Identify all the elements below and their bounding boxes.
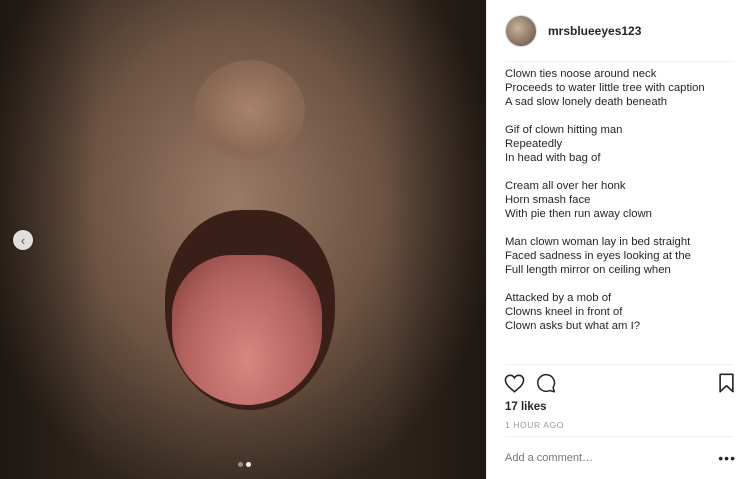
carousel-dot <box>238 462 243 467</box>
caption-line: Repeatedly <box>505 138 563 150</box>
save-button[interactable] <box>715 372 737 394</box>
header-divider <box>505 61 734 62</box>
caption-line: Gif of clown hitting man <box>505 124 623 136</box>
caption-stanza: Attacked by a mob of Clowns kneel in fron… <box>505 291 740 333</box>
caption-divider <box>505 364 734 365</box>
heart-icon <box>504 374 524 393</box>
caption-line: Proceeds to water little tree with capti… <box>505 82 705 94</box>
more-options-button[interactable]: ••• <box>718 450 736 466</box>
caption-line: Clown asks but what am I? <box>505 320 640 332</box>
caption-line: In head with bag of <box>505 152 601 164</box>
comment-form: ••• <box>505 446 736 470</box>
caption-line: Attacked by a mob of <box>505 292 612 304</box>
caption-line: Man clown woman lay in bed straight <box>505 236 691 248</box>
post-caption: Clown ties noose around neck Proceeds to … <box>505 67 740 347</box>
post-header: mrsblueeyes123 <box>505 14 641 48</box>
caption-line: A sad slow lonely death beneath <box>505 96 668 108</box>
post-photo[interactable]: ‹ <box>0 0 486 479</box>
caption-stanza: Clown ties noose around neck Proceeds to … <box>505 67 740 109</box>
post-timestamp[interactable]: 1 HOUR AGO <box>505 420 564 430</box>
caption-line: Faced sadness in eyes looking at the <box>505 250 691 262</box>
likes-count[interactable]: 17 likes <box>505 401 547 413</box>
carousel-prev-button[interactable]: ‹ <box>13 230 33 250</box>
comment-button[interactable] <box>535 372 557 394</box>
chevron-left-icon: ‹ <box>20 232 26 248</box>
carousel-dot <box>246 462 251 467</box>
avatar[interactable] <box>505 15 537 47</box>
action-bar <box>503 372 737 394</box>
photo-vignette <box>0 0 486 479</box>
caption-line: Full length mirror on ceiling when <box>505 264 671 276</box>
username-link[interactable]: mrsblueeyes123 <box>548 24 641 38</box>
like-button[interactable] <box>503 372 525 394</box>
caption-line: With pie then run away clown <box>505 208 652 220</box>
caption-line: Clowns kneel in front of <box>505 306 623 318</box>
caption-line: Cream all over her honk <box>505 180 626 192</box>
caption-line: Horn smash face <box>505 194 591 206</box>
caption-stanza: Man clown woman lay in bed straight Faced… <box>505 235 740 277</box>
caption-stanza: Gif of clown hitting man Repeatedly In hea… <box>505 123 740 165</box>
comment-divider <box>505 436 734 437</box>
caption-stanza: Cream all over her honk Horn smash face Wi… <box>505 179 740 221</box>
post-sidebar: mrsblueeyes123 Clown ties noose around n… <box>486 0 753 479</box>
caption-line: Clown ties noose around neck <box>505 68 657 80</box>
carousel-indicator <box>238 462 251 467</box>
bookmark-icon <box>718 373 734 393</box>
comment-input[interactable] <box>505 452 695 464</box>
comment-icon <box>537 373 556 393</box>
